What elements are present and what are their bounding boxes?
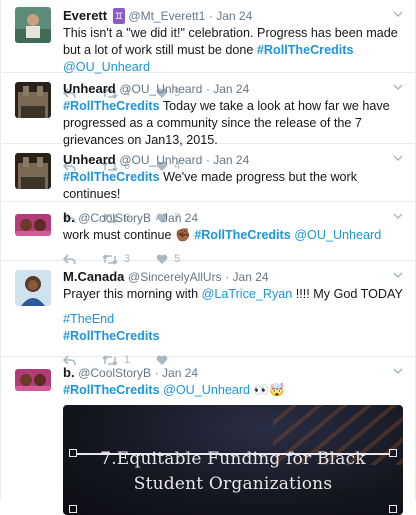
username[interactable]: @SincerelyAllUrs [128,270,222,284]
avatar[interactable] [15,82,51,118]
timestamp[interactable]: Jan 24 [216,9,252,23]
chevron-down-icon[interactable] [393,82,403,92]
timestamp[interactable]: Jan 24 [213,82,249,96]
media-image[interactable]: 7.Equitable Funding for Black Student Or… [63,405,403,515]
tweet-text: work must continue ✊🏾 #RollTheCredits @O… [63,228,382,242]
avatar[interactable] [15,153,51,189]
tweet[interactable]: Unheard @OU_Unheard · Jan 24 #RollTheCre… [1,144,415,224]
tweet-text-hashtags: #TheEnd #RollTheCredits [63,311,405,345]
media-caption: 7.Equitable Funding for Black Student Or… [100,449,366,494]
username[interactable]: @CoolStoryB [78,366,151,380]
timestamp[interactable]: Jan 24 [233,270,269,284]
timeline: Everett ♊ @Mt_Everett1 · Jan 24 This isn… [0,0,416,515]
display-name[interactable]: b. [63,210,75,225]
tweet[interactable]: b. @CoolStoryB · Jan 24 #RollTheCredits … [1,357,415,515]
avatar[interactable] [15,369,51,391]
chevron-down-icon[interactable] [393,270,403,280]
mention-link[interactable]: @LaTrice_Ryan [202,287,293,301]
chevron-down-icon[interactable] [393,153,403,163]
timestamp[interactable]: Jan 24 [162,211,198,225]
display-name[interactable]: Unheard [63,81,116,96]
display-name[interactable]: b. [63,365,75,380]
hashtag-link[interactable]: #RollTheCredits [63,328,405,345]
display-name[interactable]: M.Canada [63,269,124,284]
mention-link[interactable]: @OU_Unheard [63,60,150,74]
tweet-header: b. @CoolStoryB · Jan 24 [63,365,199,380]
tweet[interactable]: b. @CoolStoryB · Jan 24 work must contin… [1,202,415,265]
tweet-header: b. @CoolStoryB · Jan 24 [63,210,199,225]
emoji: ✊🏾 [175,228,191,242]
display-name[interactable]: Unheard [63,152,116,167]
username[interactable]: @OU_Unheard [119,153,202,167]
badge: ♊ [112,8,125,24]
tweet[interactable]: M.Canada @SincerelyAllUrs · Jan 24 Praye… [1,261,415,366]
username[interactable]: @CoolStoryB [78,211,151,225]
chevron-down-icon[interactable] [393,366,403,376]
hashtag-link[interactable]: #TheEnd [63,311,405,328]
hashtag-link[interactable]: #RollTheCredits [257,43,354,57]
tweet-header: Unheard @OU_Unheard · Jan 24 [63,152,250,167]
hashtag-link[interactable]: #RollTheCredits [63,99,160,113]
timestamp[interactable]: Jan 24 [213,153,249,167]
tweet-header: Everett ♊ @Mt_Everett1 · Jan 24 [63,8,253,24]
mention-link[interactable]: @OU_Unheard [294,228,381,242]
tweet[interactable]: Unheard @OU_Unheard · Jan 24 #RollTheCre… [1,73,415,172]
display-name[interactable]: Everett [63,8,107,23]
avatar[interactable] [15,270,51,306]
hashtag-link[interactable]: #RollTheCredits [63,383,160,397]
tweet-text: #RollTheCredits @OU_Unheard 👀🤯 [63,382,405,399]
tweet-header: Unheard @OU_Unheard · Jan 24 [63,81,250,96]
tweet-text: Prayer this morning with @LaTrice_Ryan !… [63,287,403,301]
emoji: 👀🤯 [253,383,285,397]
username[interactable]: @OU_Unheard [119,82,202,96]
chevron-down-icon[interactable] [393,211,403,221]
tweet-header: M.Canada @SincerelyAllUrs · Jan 24 [63,269,269,284]
tweet-text: #RollTheCredits We've made progress but … [63,170,358,201]
chevron-down-icon[interactable] [393,9,403,19]
avatar[interactable] [15,214,51,236]
tweet-text: This isn't a "we did it!" celebration. P… [63,26,398,74]
frame-handle [389,505,397,513]
avatar[interactable] [15,7,51,43]
timestamp[interactable]: Jan 24 [162,366,198,380]
mention-link[interactable]: @OU_Unheard [163,383,250,397]
frame-handle [69,505,77,513]
tweet-text: #RollTheCredits Today we take a look at … [63,99,390,147]
hashtag-link[interactable]: #RollTheCredits [63,170,160,184]
tweet[interactable]: Everett ♊ @Mt_Everett1 · Jan 24 This isn… [1,0,415,99]
hashtag-link[interactable]: #RollTheCredits [194,228,291,242]
username[interactable]: @Mt_Everett1 [128,9,205,23]
